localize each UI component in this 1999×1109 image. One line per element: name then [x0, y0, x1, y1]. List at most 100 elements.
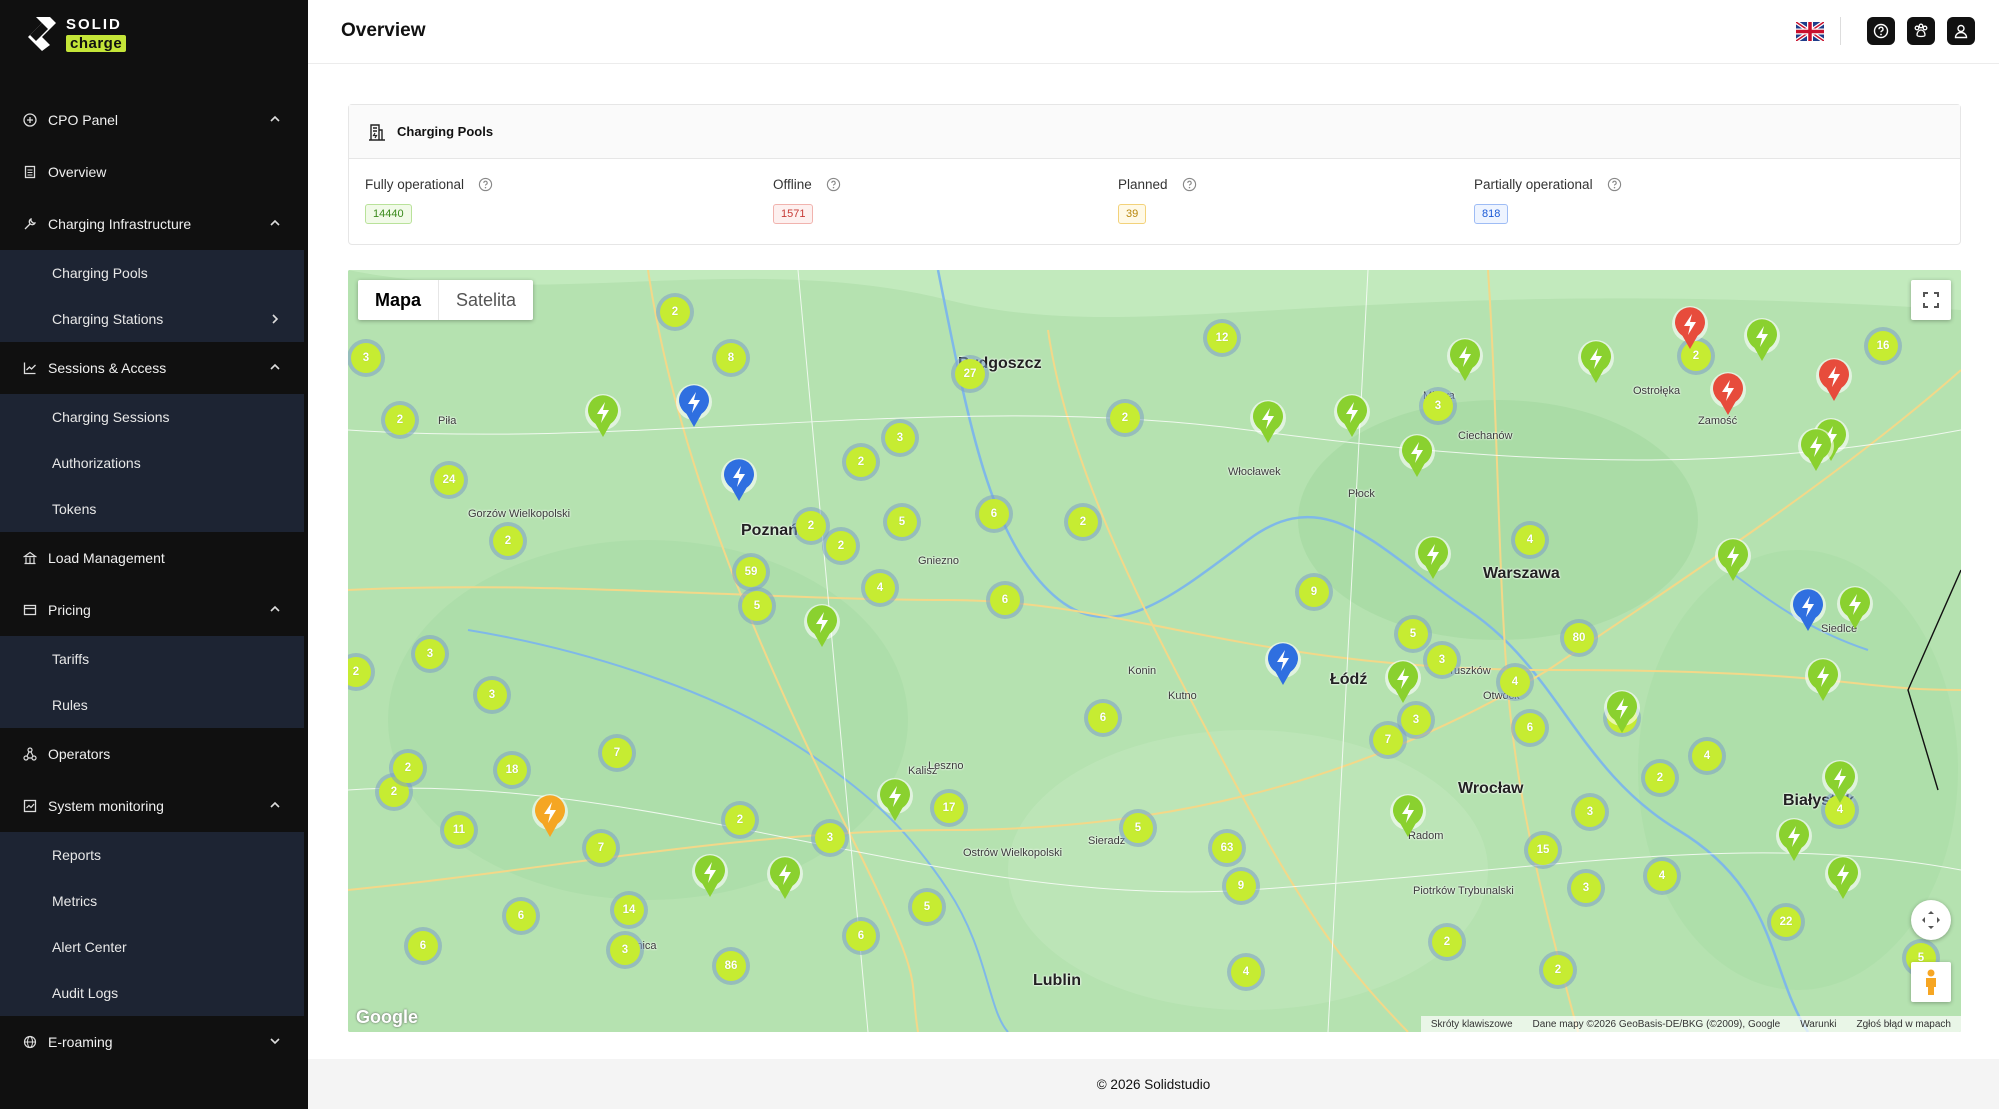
map-cluster-marker[interactable]: 80 [1560, 619, 1598, 657]
charging-station-pin-icon[interactable] [1797, 427, 1835, 473]
sidebar-item-sessions-access[interactable]: Sessions & Access [0, 342, 304, 394]
sidebar-item-overview[interactable]: Overview [0, 146, 304, 198]
keyboard-shortcuts-link[interactable]: Skróty klawiszowe [1421, 1019, 1523, 1030]
charging-map[interactable]: Mapa Satelita Google Skróty klawiszowe D… [348, 270, 1961, 1032]
charging-station-pin-icon[interactable] [803, 603, 841, 649]
sidebar-item-system-monitoring[interactable]: System monitoring [0, 780, 304, 832]
charging-station-pin-icon[interactable] [675, 383, 713, 429]
charging-station-pin-icon[interactable] [1709, 371, 1747, 417]
map-cluster-marker[interactable]: 7 [582, 829, 620, 867]
charging-station-pin-icon[interactable] [1414, 535, 1452, 581]
uk-flag-icon[interactable] [1796, 21, 1824, 41]
map-cluster-marker[interactable]: 27 [951, 355, 989, 393]
charging-station-pin-icon[interactable] [1789, 587, 1827, 633]
map-cluster-marker[interactable]: 3 [1571, 793, 1609, 831]
charging-station-pin-icon[interactable] [1333, 393, 1371, 439]
map-cluster-marker[interactable]: 3 [811, 819, 849, 857]
map-cluster-marker[interactable]: 6 [975, 495, 1013, 533]
sidebar-item-tokens[interactable]: Tokens [0, 486, 304, 532]
sidebar-item-charging-pools[interactable]: Charging Pools [0, 250, 304, 296]
map-cluster-marker[interactable]: 9 [1222, 867, 1260, 905]
map-cluster-marker[interactable]: 14 [610, 891, 648, 929]
help-tooltip-icon[interactable] [1182, 177, 1197, 192]
map-cluster-marker[interactable]: 3 [606, 931, 644, 969]
sidebar-item-audit-logs[interactable]: Audit Logs [0, 970, 304, 1016]
map-cluster-marker[interactable]: 17 [930, 789, 968, 827]
charging-station-pin-icon[interactable] [1398, 433, 1436, 479]
camera-control-button[interactable] [1911, 900, 1951, 940]
charging-station-pin-icon[interactable] [1714, 537, 1752, 583]
map-cluster-marker[interactable]: 2 [1064, 503, 1102, 541]
user-button[interactable] [1947, 17, 1975, 45]
charging-station-pin-icon[interactable] [766, 855, 804, 901]
map-cluster-marker[interactable]: 2 [1539, 951, 1577, 989]
charging-station-pin-icon[interactable] [1815, 357, 1853, 403]
sidebar-item-charging-infrastructure[interactable]: Charging Infrastructure [0, 198, 304, 250]
map-cluster-marker[interactable]: 2 [1106, 399, 1144, 437]
map-type-satellite-button[interactable]: Satelita [439, 280, 533, 320]
map-cluster-marker[interactable]: 6 [1511, 709, 1549, 747]
feedback-button[interactable] [1907, 17, 1935, 45]
map-cluster-marker[interactable]: 11 [440, 811, 478, 849]
map-cluster-marker[interactable]: 5 [908, 888, 946, 926]
map-cluster-marker[interactable]: 4 [861, 569, 899, 607]
map-cluster-marker[interactable]: 3 [1397, 701, 1435, 739]
sidebar-item-alert-center[interactable]: Alert Center [0, 924, 304, 970]
help-tooltip-icon[interactable] [1607, 177, 1622, 192]
charging-station-pin-icon[interactable] [1821, 759, 1859, 805]
map-cluster-marker[interactable]: 3 [1567, 869, 1605, 907]
charging-station-pin-icon[interactable] [1249, 399, 1287, 445]
sidebar-item-pricing[interactable]: Pricing [0, 584, 304, 636]
map-cluster-marker[interactable]: 6 [502, 897, 540, 935]
map-cluster-marker[interactable]: 2 [489, 522, 527, 560]
fullscreen-button[interactable] [1911, 280, 1951, 320]
map-cluster-marker[interactable]: 86 [712, 947, 750, 985]
sidebar-item-operators[interactable]: Operators [0, 728, 304, 780]
brand-logo[interactable]: SOLID charge [26, 14, 127, 54]
map-cluster-marker[interactable]: 2 [721, 801, 759, 839]
sidebar-item-e-roaming[interactable]: E-roaming [0, 1016, 304, 1068]
charging-station-pin-icon[interactable] [531, 793, 569, 839]
map-cluster-marker[interactable]: 3 [1423, 641, 1461, 679]
sidebar-item-reports[interactable]: Reports [0, 832, 304, 878]
map-cluster-marker[interactable]: 6 [1084, 699, 1122, 737]
map-cluster-marker[interactable]: 6 [404, 927, 442, 965]
map-cluster-marker[interactable]: 8 [712, 339, 750, 377]
terms-link[interactable]: Warunki [1790, 1019, 1846, 1030]
charging-station-pin-icon[interactable] [720, 457, 758, 503]
map-cluster-marker[interactable]: 3 [881, 419, 919, 457]
sidebar-item-load-management[interactable]: Load Management [0, 532, 304, 584]
help-tooltip-icon[interactable] [826, 177, 841, 192]
map-cluster-marker[interactable]: 12 [1203, 319, 1241, 357]
map-cluster-marker[interactable]: 5 [738, 587, 776, 625]
map-cluster-marker[interactable]: 59 [732, 553, 770, 591]
map-cluster-marker[interactable]: 9 [1295, 573, 1333, 611]
charging-station-pin-icon[interactable] [1804, 657, 1842, 703]
charging-station-pin-icon[interactable] [1836, 585, 1874, 631]
map-cluster-marker[interactable]: 2 [381, 401, 419, 439]
charging-station-pin-icon[interactable] [1384, 659, 1422, 705]
map-cluster-marker[interactable]: 18 [493, 751, 531, 789]
map-cluster-marker[interactable]: 2 [656, 293, 694, 331]
charging-station-pin-icon[interactable] [1671, 305, 1709, 351]
charging-station-pin-icon[interactable] [1264, 641, 1302, 687]
map-cluster-marker[interactable]: 5 [1394, 615, 1432, 653]
map-cluster-marker[interactable]: 6 [986, 581, 1024, 619]
sidebar-item-rules[interactable]: Rules [0, 682, 304, 728]
charging-station-pin-icon[interactable] [876, 777, 914, 823]
charging-station-pin-icon[interactable] [691, 853, 729, 899]
map-cluster-marker[interactable]: 4 [1511, 521, 1549, 559]
map-cluster-marker[interactable]: 24 [430, 461, 468, 499]
map-cluster-marker[interactable]: 3 [411, 635, 449, 673]
charging-station-pin-icon[interactable] [1743, 317, 1781, 363]
report-error-link[interactable]: Zgłoś błąd w mapach [1847, 1019, 1962, 1030]
map-cluster-marker[interactable]: 63 [1208, 829, 1246, 867]
map-cluster-marker[interactable]: 16 [1864, 327, 1902, 365]
sidebar-item-charging-sessions[interactable]: Charging Sessions [0, 394, 304, 440]
charging-station-pin-icon[interactable] [1446, 337, 1484, 383]
map-cluster-marker[interactable]: 22 [1767, 903, 1805, 941]
help-tooltip-icon[interactable] [478, 177, 493, 192]
charging-station-pin-icon[interactable] [1389, 793, 1427, 839]
sidebar-item-authorizations[interactable]: Authorizations [0, 440, 304, 486]
map-cluster-marker[interactable]: 2 [792, 507, 830, 545]
